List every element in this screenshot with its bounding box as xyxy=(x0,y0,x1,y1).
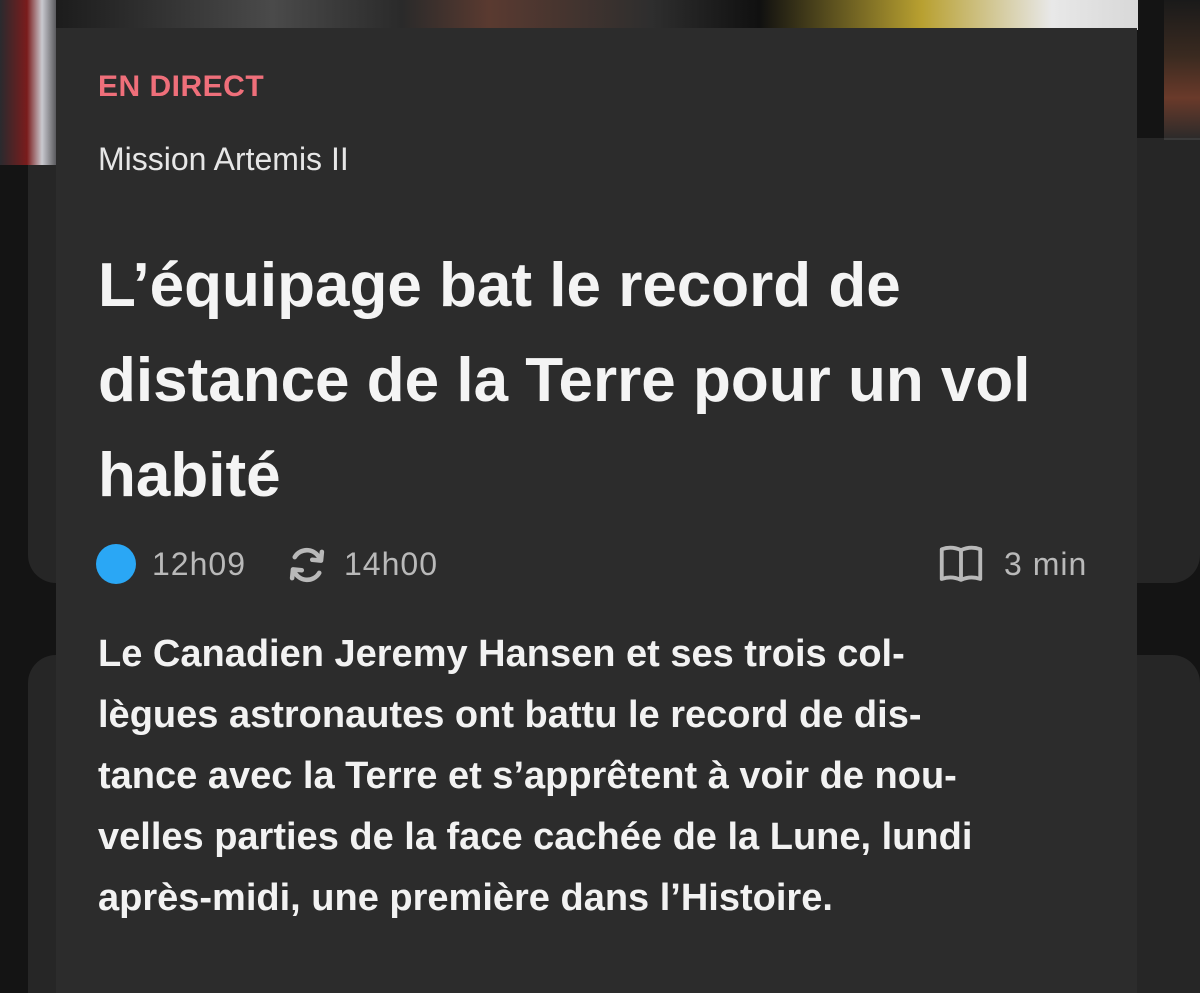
lede-line: Le Canadien Jeremy Hansen et ses trois c… xyxy=(98,633,905,675)
neighbor-card-right-bottom xyxy=(1130,655,1200,993)
lede-line: lègues astronautes ont battu le record d… xyxy=(98,694,922,736)
lede-line: après-midi, une première dans l’Histoire… xyxy=(98,877,833,919)
article-lede: Le Canadien Jeremy Hansen et ses trois c… xyxy=(98,624,1098,929)
article-headline[interactable]: L’équipage bat le record de distance de … xyxy=(98,238,1098,523)
live-indicator-icon xyxy=(96,544,136,584)
lede-line: tance avec la Terre et s’apprêtent à voi… xyxy=(98,755,957,797)
neighbor-card-right-top xyxy=(1130,138,1200,583)
published-time: 12h09 xyxy=(152,546,246,582)
book-icon xyxy=(939,545,983,582)
lede-line: velles parties de la face cachée de la L… xyxy=(98,816,973,858)
article-kicker: Mission Artemis II xyxy=(98,141,349,177)
updated-time: 14h00 xyxy=(344,546,438,582)
background-photo-right xyxy=(1164,0,1200,140)
divider xyxy=(1164,138,1200,140)
article-meta: 12h09 14h00 3 min xyxy=(96,542,1096,586)
live-label: EN DIRECT xyxy=(98,70,265,103)
refresh-icon xyxy=(289,547,325,583)
read-time: 3 min xyxy=(1004,546,1088,582)
background-photo-left xyxy=(0,0,60,165)
article-card[interactable]: EN DIRECT Mission Artemis II L’équipage … xyxy=(56,28,1137,993)
background-photo-top xyxy=(56,0,1138,30)
